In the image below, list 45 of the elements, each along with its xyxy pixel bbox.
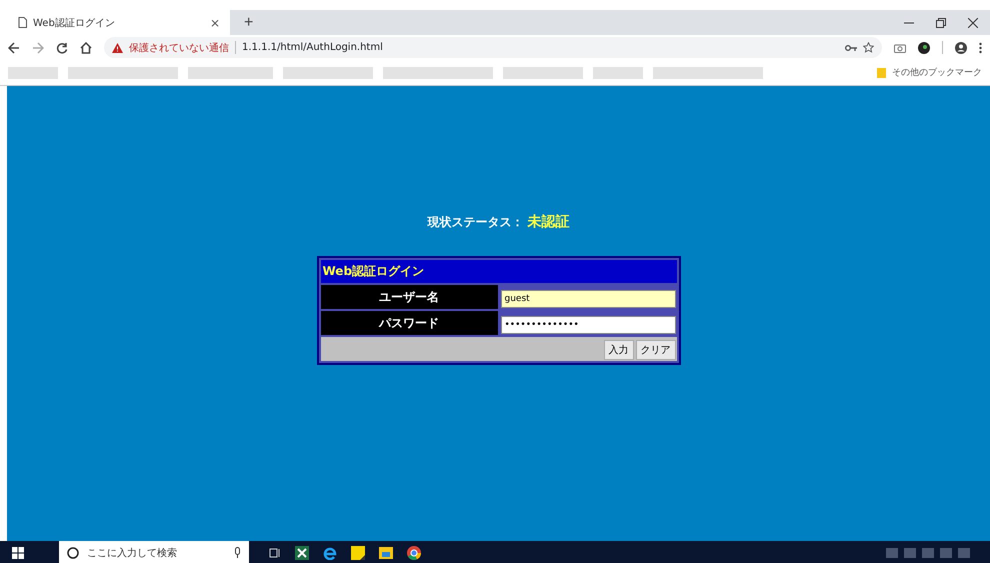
menu-icon[interactable] (979, 42, 982, 54)
blurred-tray-icon[interactable] (922, 548, 934, 558)
warning-icon (112, 42, 123, 52)
microphone-icon[interactable] (234, 547, 241, 558)
tab-close-button[interactable]: × (210, 16, 220, 30)
form-title: Web認証ログイン (320, 260, 676, 283)
status-value: 未認証 (528, 213, 570, 231)
url-text: 1.1.1.1/html/AuthLogin.html (242, 42, 383, 53)
spreadsheet-icon[interactable] (295, 546, 309, 560)
new-tab-button[interactable]: + (240, 14, 258, 32)
note-icon[interactable] (351, 546, 365, 560)
extension-icon[interactable] (918, 42, 930, 54)
reload-icon[interactable] (56, 42, 68, 54)
browser-e-icon[interactable] (323, 546, 337, 560)
blurred-tray-icon[interactable] (904, 548, 916, 558)
blurred-tray-icon[interactable] (886, 548, 898, 558)
key-icon[interactable] (845, 44, 857, 52)
field-label: パスワード (320, 311, 498, 335)
field-label: ユーザー名 (320, 285, 498, 309)
blurred-tray-icon[interactable] (958, 548, 970, 558)
taskbar-search-field[interactable]: ここに入力して検索 (59, 541, 249, 563)
restore-icon[interactable] (936, 18, 946, 28)
circle-icon (67, 546, 79, 558)
page-icon (18, 17, 27, 28)
close-icon[interactable] (968, 18, 978, 28)
browser-tab[interactable]: Web認証ログイン × (8, 10, 230, 35)
task-view-icon[interactable] (269, 546, 281, 558)
clear-button[interactable]: クリア (636, 340, 676, 360)
windows-start-icon[interactable] (12, 546, 24, 558)
chrome-icon[interactable] (407, 546, 421, 560)
other-bookmarks-link[interactable]: その他のブックマーク (892, 66, 982, 79)
status-label: 現状ステータス： (428, 214, 524, 231)
account-icon[interactable] (955, 42, 967, 54)
folder-icon[interactable] (379, 546, 393, 558)
star-icon[interactable] (863, 42, 874, 53)
address-bar[interactable]: 保護されていない通信 1.1.1.1/html/AuthLogin.html (104, 37, 882, 58)
folder-icon (877, 68, 886, 78)
blurred-tray-icon[interactable] (940, 548, 952, 558)
submit-button[interactable]: 入力 (604, 340, 634, 360)
home-icon[interactable] (80, 42, 92, 54)
camera-icon[interactable] (894, 42, 906, 52)
back-icon[interactable] (8, 42, 20, 54)
security-warning: 保護されていない通信 (129, 42, 229, 54)
password-field[interactable]: •••••••••••••• (500, 316, 676, 334)
username-field[interactable]: guest (500, 290, 676, 308)
